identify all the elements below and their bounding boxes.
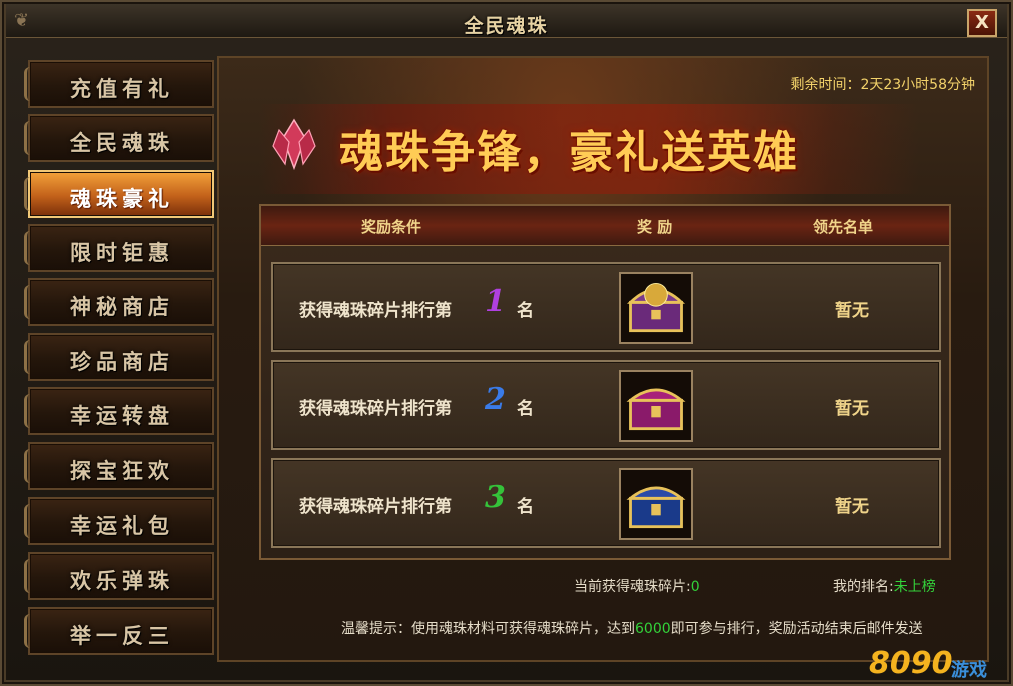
watermark-text: 游戏 xyxy=(951,660,987,681)
sidebar-item-label: 珍品商店 xyxy=(70,350,174,374)
row-condition: 获得魂珠碎片排行第 xyxy=(299,301,452,321)
title-bar: ❦ 全民魂珠 X xyxy=(6,4,1007,38)
close-button[interactable]: X xyxy=(967,9,997,37)
sidebar-item-soul-orb-gifts[interactable]: 魂珠豪礼 xyxy=(24,170,214,218)
table-row: 获得魂珠碎片排行第 2 名 暂无 xyxy=(271,360,941,450)
event-banner: 魂珠争锋，豪礼送英雄 xyxy=(259,104,919,194)
sidebar: 充值有礼 全民魂珠 魂珠豪礼 限时钜惠 神秘商店 珍品商店 幸运转盘 探宝狂欢 … xyxy=(24,50,220,662)
sidebar-item-label: 全民魂珠 xyxy=(70,131,174,155)
blue-chest-icon[interactable] xyxy=(619,468,693,540)
header-reward: 奖 励 xyxy=(637,218,673,236)
current-fragments-value: 0 xyxy=(690,579,700,595)
sidebar-item-label: 举一反三 xyxy=(70,624,174,648)
sidebar-item-label: 欢乐弹珠 xyxy=(70,569,174,593)
ranking-table: 奖励条件 奖 励 领先名单 获得魂珠碎片排行第 1 名 暂无 获得魂珠碎片排行第… xyxy=(259,204,951,560)
tip-prefix: 温馨提示：使用魂珠材料可获得魂珠碎片，达到 xyxy=(341,621,635,637)
sidebar-item-label: 神秘商店 xyxy=(70,295,174,319)
sidebar-item-treasure-carnival[interactable]: 探宝狂欢 xyxy=(24,442,214,490)
rank-number: 3 xyxy=(485,480,506,515)
tip-text: 温馨提示：使用魂珠材料可获得魂珠碎片，达到6000即可参与排行，奖励活动结束后邮… xyxy=(341,618,923,638)
soul-gem-icon xyxy=(272,118,316,171)
gold-dragon-chest-icon[interactable] xyxy=(619,272,693,344)
my-rank-value: 未上榜 xyxy=(893,579,936,595)
window-title: 全民魂珠 xyxy=(464,15,549,37)
sidebar-item-label: 充值有礼 xyxy=(70,77,174,101)
sidebar-item-pinball[interactable]: 欢乐弹珠 xyxy=(24,552,214,600)
rank-number: 1 xyxy=(485,284,506,319)
rank-unit: 名 xyxy=(517,497,534,517)
sidebar-item-one-to-three[interactable]: 举一反三 xyxy=(24,607,214,655)
remaining-time: 剩余时间：2天23小时58分钟 xyxy=(790,77,975,93)
sidebar-item-label: 幸运礼包 xyxy=(70,514,174,538)
header-condition: 奖励条件 xyxy=(361,218,422,236)
banner-title: 魂珠争锋，豪礼送英雄 xyxy=(339,127,799,178)
header-leaders: 领先名单 xyxy=(813,218,874,236)
main-panel: 剩余时间：2天23小时58分钟 魂珠争锋，豪礼送英雄 奖励条件 奖 励 领先名单… xyxy=(217,56,989,662)
rank-unit: 名 xyxy=(517,301,534,321)
sidebar-item-label: 幸运转盘 xyxy=(70,404,174,428)
leader-name: 暂无 xyxy=(835,399,869,419)
my-rank-label: 我的排名: xyxy=(833,579,894,595)
row-condition: 获得魂珠碎片排行第 xyxy=(299,399,452,419)
sidebar-item-label: 限时钜惠 xyxy=(70,241,174,265)
table-row: 获得魂珠碎片排行第 1 名 暂无 xyxy=(271,262,941,352)
sidebar-item-treasure-shop[interactable]: 珍品商店 xyxy=(24,333,214,381)
my-rank: 我的排名:未上榜 xyxy=(833,576,936,596)
leader-name: 暂无 xyxy=(835,497,869,517)
sidebar-item-label: 探宝狂欢 xyxy=(70,459,174,483)
table-row: 获得魂珠碎片排行第 3 名 暂无 xyxy=(271,458,941,548)
sidebar-item-limited-deals[interactable]: 限时钜惠 xyxy=(24,224,214,272)
sidebar-item-recharge[interactable]: 充值有礼 xyxy=(24,60,214,108)
rank-number: 2 xyxy=(485,382,506,417)
sidebar-item-label: 魂珠豪礼 xyxy=(70,187,174,211)
purple-chest-icon[interactable] xyxy=(619,370,693,442)
rank-unit: 名 xyxy=(517,399,534,419)
sidebar-item-lucky-pack[interactable]: 幸运礼包 xyxy=(24,497,214,545)
site-watermark-logo: 8090 游戏 xyxy=(869,630,999,682)
row-condition: 获得魂珠碎片排行第 xyxy=(299,497,452,517)
current-fragments: 当前获得魂珠碎片:0 xyxy=(574,576,700,596)
watermark-number: 8090 xyxy=(869,646,953,681)
sidebar-item-lucky-wheel[interactable]: 幸运转盘 xyxy=(24,387,214,435)
current-fragments-label: 当前获得魂珠碎片: xyxy=(574,579,691,595)
sidebar-item-soul-orb[interactable]: 全民魂珠 xyxy=(24,114,214,162)
sidebar-item-mystery-shop[interactable]: 神秘商店 xyxy=(24,278,214,326)
tip-value: 6000 xyxy=(635,621,671,637)
table-header: 奖励条件 奖 励 领先名单 xyxy=(261,206,949,246)
leader-name: 暂无 xyxy=(835,301,869,321)
